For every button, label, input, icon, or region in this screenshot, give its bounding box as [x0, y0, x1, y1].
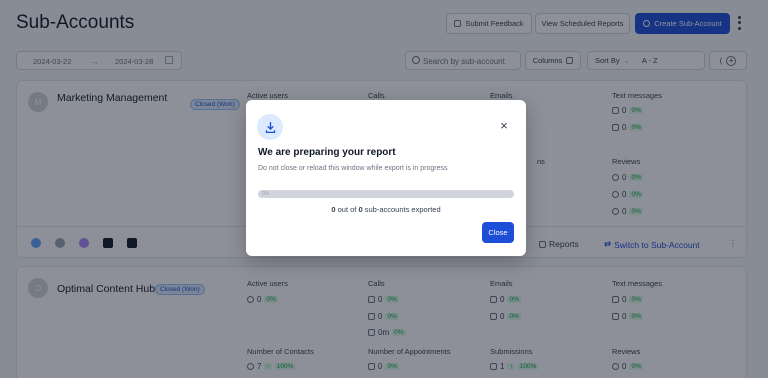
export-progress-modal: × We are preparing your report Do not cl… [246, 100, 526, 256]
progress-fill: 0% [258, 190, 514, 198]
export-progress-bar: 0% [258, 190, 514, 198]
close-icon[interactable]: × [498, 119, 510, 132]
close-button[interactable]: Close [482, 222, 514, 243]
modal-title: We are preparing your report [258, 147, 396, 158]
download-icon [257, 114, 283, 140]
modal-subtitle: Do not close or reload this window while… [258, 165, 448, 172]
export-progress-text: 0 out of 0 sub-accounts exported [331, 205, 441, 214]
